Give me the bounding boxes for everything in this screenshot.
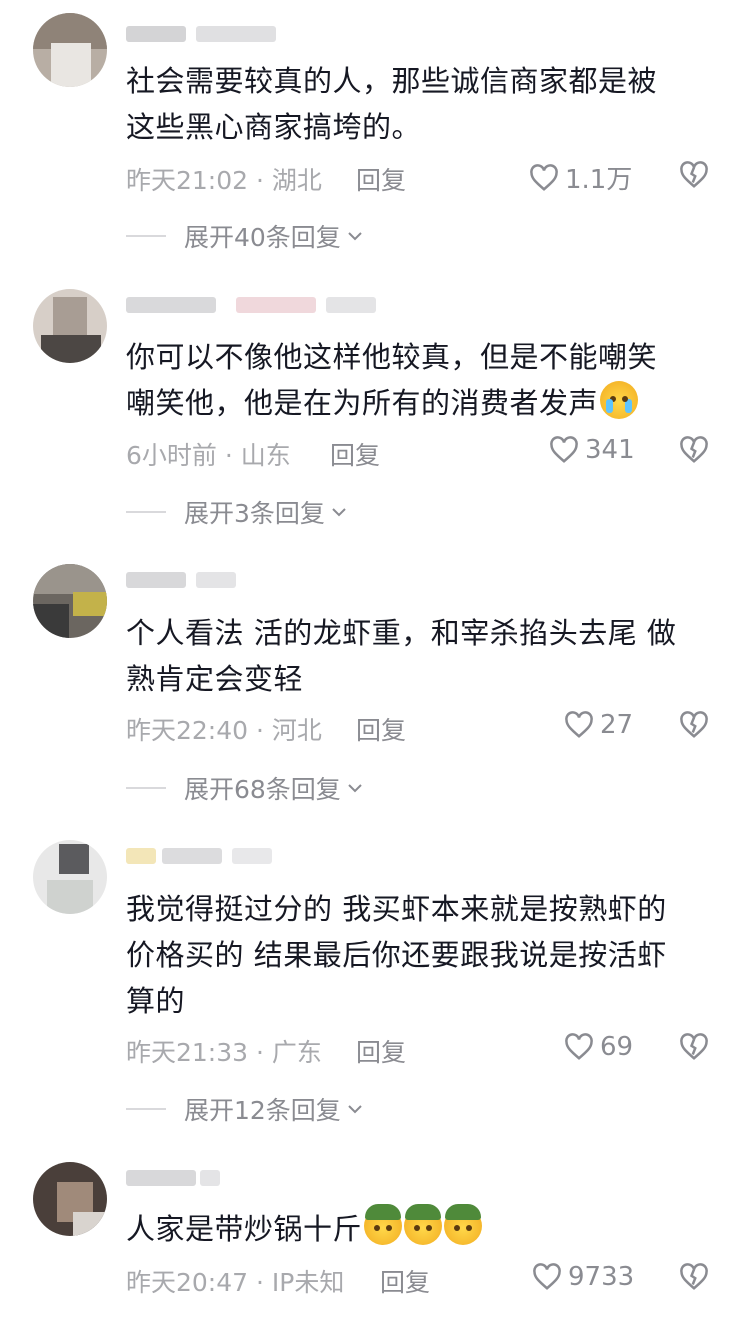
heart-outline-icon	[565, 1033, 593, 1060]
comment-text-line: 人家是带炒锅十斤	[126, 1204, 706, 1252]
username-redacted[interactable]	[126, 568, 316, 594]
broken-heart-icon[interactable]	[679, 1033, 709, 1061]
chevron-down-icon	[348, 784, 362, 793]
chevron-down-icon	[332, 508, 346, 517]
comment-text: 社会需要较真的人，那些诚信商家都是被 这些黑心商家搞垮的。	[126, 58, 706, 150]
divider-line	[126, 235, 166, 237]
comment-text-line-content: 人家是带炒锅十斤	[126, 1212, 363, 1246]
like-count: 69	[600, 1032, 634, 1062]
avatar[interactable]	[33, 13, 107, 87]
username-redacted[interactable]	[126, 293, 386, 319]
heart-outline-icon	[565, 711, 593, 738]
comment-text: 你可以不像他这样他较真，但是不能嘲笑 嘲笑他，他是在为所有的消费者发声	[126, 334, 706, 426]
broken-heart-icon[interactable]	[679, 436, 709, 464]
heart-outline-icon	[550, 436, 578, 463]
username-redacted[interactable]	[126, 844, 316, 870]
time-location: 昨天22:40 · 河北	[126, 716, 322, 745]
comment-text-line: 嘲笑他，他是在为所有的消费者发声	[126, 380, 706, 426]
time-location: 昨天20:47 · IP未知	[126, 1268, 345, 1297]
time-location: 昨天21:33 · 广东	[126, 1038, 322, 1067]
divider-line	[126, 1108, 166, 1110]
comment-meta: 昨天21:33 · 广东 回复	[126, 1033, 726, 1067]
like-count: 1.1万	[565, 165, 633, 195]
comment-text-line: 熟肯定会变轻	[126, 662, 304, 696]
heart-outline-icon	[533, 1263, 561, 1290]
like-button[interactable]: 1.1万	[529, 159, 632, 196]
comment-text-line: 你可以不像他这样他较真，但是不能嘲笑	[126, 340, 658, 374]
like-count: 9733	[568, 1262, 635, 1292]
like-button[interactable]: 341	[549, 435, 635, 465]
comment-text-line-content: 嘲笑他，他是在为所有的消费者发声	[126, 386, 599, 420]
avatar[interactable]	[33, 1162, 107, 1236]
expand-replies-button[interactable]: 展开12条回复	[126, 1092, 363, 1126]
expand-replies-button[interactable]: 展开3条回复	[126, 495, 347, 529]
divider-line	[126, 787, 166, 789]
chevron-down-icon	[348, 1105, 362, 1114]
helmet-face-emoji	[364, 1204, 403, 1245]
comment-text: 人家是带炒锅十斤	[126, 1204, 706, 1252]
comment-text: 个人看法 活的龙虾重，和宰杀掐头去尾 做 熟肯定会变轻	[126, 610, 706, 702]
expand-label: 展开68条回复	[184, 775, 341, 804]
like-button[interactable]: 9733	[532, 1262, 634, 1292]
heart-outline-icon	[530, 163, 558, 191]
broken-heart-icon[interactable]	[679, 161, 709, 189]
expand-label: 展开12条回复	[184, 1096, 341, 1125]
like-count: 27	[600, 710, 634, 740]
expand-label: 展开3条回复	[184, 499, 325, 528]
username-redacted[interactable]	[126, 22, 316, 48]
crying-face-emoji	[600, 381, 639, 419]
avatar[interactable]	[33, 289, 107, 363]
like-button[interactable]: 69	[564, 1032, 633, 1062]
comment-meta: 6小时前 · 山东 回复	[126, 436, 726, 470]
reply-button[interactable]: 回复	[380, 1263, 430, 1299]
helmet-face-emoji	[444, 1204, 483, 1245]
reply-button[interactable]: 回复	[356, 1033, 406, 1069]
expand-replies-button[interactable]: 展开40条回复	[126, 219, 363, 253]
time-location: 6小时前 · 山东	[126, 441, 291, 470]
comment-text-line: 我觉得挺过分的 我买虾本来就是按熟虾的	[126, 892, 667, 926]
comment-meta: 昨天21:02 · 湖北 回复	[126, 161, 726, 195]
comment-text-line: 这些黑心商家搞垮的。	[126, 110, 422, 144]
comment-text-line: 算的	[126, 984, 186, 1018]
expand-label: 展开40条回复	[184, 223, 341, 252]
like-count: 341	[585, 435, 635, 465]
expand-replies-button[interactable]: 展开68条回复	[126, 771, 363, 805]
comment-text-line: 社会需要较真的人，那些诚信商家都是被	[126, 64, 658, 98]
broken-heart-icon[interactable]	[679, 711, 709, 739]
chevron-down-icon	[348, 232, 362, 241]
avatar[interactable]	[33, 564, 107, 638]
divider-line	[126, 511, 166, 513]
reply-button[interactable]: 回复	[356, 711, 406, 747]
comment-text-line: 价格买的 结果最后你还要跟我说是按活虾	[126, 938, 667, 972]
username-redacted[interactable]	[126, 1166, 316, 1192]
comment-meta: 昨天20:47 · IP未知 回复	[126, 1263, 726, 1297]
reply-button[interactable]: 回复	[330, 436, 380, 472]
broken-heart-icon[interactable]	[679, 1263, 709, 1291]
time-location: 昨天21:02 · 湖北	[126, 166, 322, 195]
comment-text: 我觉得挺过分的 我买虾本来就是按熟虾的 价格买的 结果最后你还要跟我说是按活虾 …	[126, 886, 706, 1024]
like-button[interactable]: 27	[564, 710, 633, 740]
comment-meta: 昨天22:40 · 河北 回复	[126, 711, 726, 745]
reply-button[interactable]: 回复	[356, 161, 406, 197]
helmet-face-emoji	[404, 1204, 443, 1245]
avatar[interactable]	[33, 840, 107, 914]
comment-text-line: 个人看法 活的龙虾重，和宰杀掐头去尾 做	[126, 616, 677, 650]
